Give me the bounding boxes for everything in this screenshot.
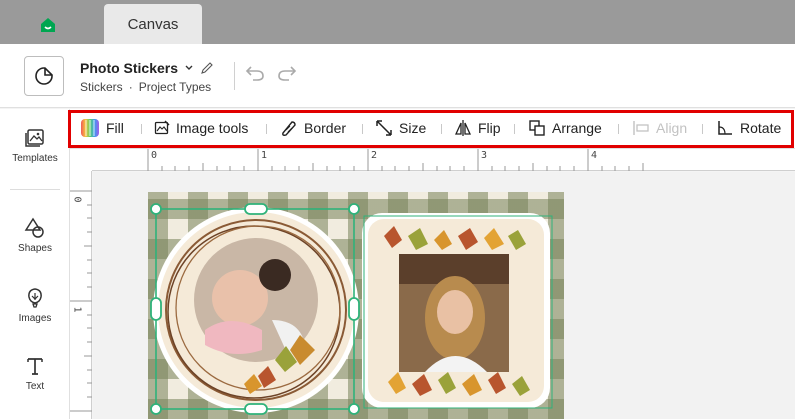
resize-handle[interactable] bbox=[348, 297, 360, 321]
resize-handle[interactable] bbox=[244, 203, 268, 215]
frame-photo-sticker[interactable] bbox=[362, 213, 553, 409]
resize-handle[interactable] bbox=[150, 203, 162, 215]
resize-handle[interactable] bbox=[348, 403, 360, 415]
resize-handle[interactable] bbox=[244, 403, 268, 415]
resize-handle[interactable] bbox=[150, 403, 162, 415]
canvas-artwork bbox=[150, 203, 553, 415]
resize-handle[interactable] bbox=[150, 297, 162, 321]
circle-photo-sticker[interactable] bbox=[153, 207, 359, 413]
resize-handle[interactable] bbox=[348, 203, 360, 215]
